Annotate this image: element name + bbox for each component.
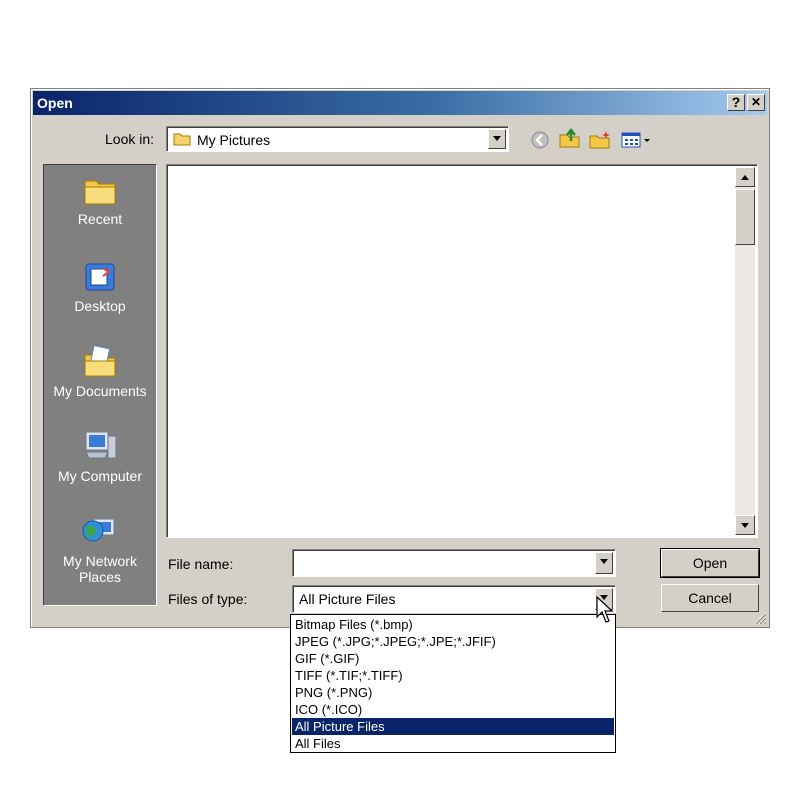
resize-grip-icon[interactable] [753,611,767,625]
view-menu-icon[interactable] [620,129,652,151]
scroll-up-button[interactable] [735,167,755,187]
place-label-line2: Places [78,569,122,585]
chevron-down-icon [600,559,608,564]
up-folder-icon[interactable] [558,127,582,149]
filetype-option[interactable]: Bitmap Files (*.bmp) [292,616,614,633]
filetype-value: All Picture Files [299,591,396,607]
filetype-option[interactable]: JPEG (*.JPG;*.JPEG;*.JPE;*.JFIF) [292,633,614,650]
filetype-option-selected[interactable]: All Picture Files [292,718,614,735]
close-button[interactable]: ✕ [747,94,765,111]
arrow-up-icon [741,175,749,180]
filename-label: File name: [168,556,234,572]
open-button[interactable]: Open [660,548,760,578]
place-label: My Network [63,553,137,569]
filetype-option[interactable]: All Files [292,735,614,752]
filetype-label: Files of type: [168,591,248,607]
lookin-label: Look in: [105,131,155,147]
place-network-places[interactable]: My Network Places [44,513,156,585]
filetype-option[interactable]: GIF (*.GIF) [292,650,614,667]
open-dialog: Open ? ✕ Look in: My Pictures Recent Des… [30,88,770,628]
place-label: Recent [77,211,123,227]
chevron-down-icon [493,136,501,141]
mouse-pointer-icon [596,596,614,623]
file-list-view[interactable] [166,164,758,538]
filetype-option[interactable]: TIFF (*.TIF;*.TIFF) [292,667,614,684]
place-my-documents[interactable]: My Documents [44,343,156,399]
back-icon[interactable] [528,129,552,151]
title-bar[interactable]: Open ? ✕ [33,91,767,115]
filename-dropdown-button[interactable] [595,552,613,574]
place-label: My Documents [53,383,147,399]
lookin-dropdown-button[interactable] [488,129,506,149]
place-label: My Computer [57,468,143,484]
cancel-button[interactable]: Cancel [661,584,759,612]
my-documents-icon [84,344,116,377]
filetype-option[interactable]: ICO (*.ICO) [292,701,614,718]
places-bar: Recent Desktop My Documents My Computer … [43,164,157,606]
window-title: Open [37,95,73,111]
filetype-option[interactable]: PNG (*.PNG) [292,684,614,701]
desktop-icon [85,263,115,291]
new-folder-icon[interactable] [588,129,612,151]
scroll-thumb[interactable] [735,189,755,245]
place-recent[interactable]: Recent [44,175,156,227]
place-label: Desktop [74,298,126,314]
recent-folder-icon [84,180,116,205]
place-desktop[interactable]: Desktop [44,260,156,314]
arrow-down-icon [741,523,749,528]
filetype-dropdown-list: Bitmap Files (*.bmp) JPEG (*.JPG;*.JPEG;… [290,614,616,753]
folder-icon [173,133,191,146]
filename-input[interactable] [292,549,616,577]
filetype-combo[interactable]: All Picture Files [292,585,616,613]
place-my-computer[interactable]: My Computer [44,428,156,484]
network-places-icon [82,518,115,542]
lookin-value: My Pictures [197,132,271,148]
help-button[interactable]: ? [727,94,745,111]
my-computer-icon [85,431,117,459]
vertical-scrollbar[interactable] [735,167,755,535]
lookin-combo[interactable]: My Pictures [166,126,509,152]
scroll-down-button[interactable] [735,515,755,535]
